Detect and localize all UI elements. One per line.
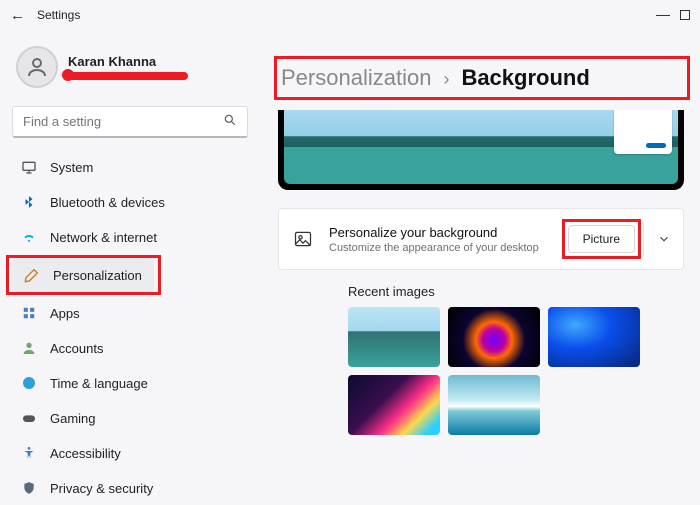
sidebar-item-personalization[interactable]: Personalization bbox=[11, 258, 154, 292]
search-field[interactable] bbox=[23, 114, 223, 129]
minimize-button[interactable] bbox=[656, 15, 670, 16]
user-name: Karan Khanna bbox=[68, 54, 188, 69]
system-icon bbox=[20, 158, 38, 176]
sidebar-item-network[interactable]: Network & internet bbox=[8, 220, 252, 254]
accessibility-icon bbox=[20, 444, 38, 462]
breadcrumb-current: Background bbox=[461, 65, 589, 91]
panel-title: Personalize your background bbox=[329, 225, 562, 240]
user-email-redacted bbox=[68, 72, 188, 80]
sidebar-item-accessibility[interactable]: Accessibility bbox=[8, 436, 252, 470]
back-button[interactable]: ← bbox=[10, 7, 25, 24]
sidebar-item-bluetooth[interactable]: Bluetooth & devices bbox=[8, 185, 252, 219]
sidebar-item-label: Gaming bbox=[50, 411, 96, 426]
panel-subtitle: Customize the appearance of your desktop bbox=[329, 242, 562, 254]
app-title: Settings bbox=[37, 8, 80, 22]
gaming-icon bbox=[20, 409, 38, 427]
sidebar-item-gaming[interactable]: Gaming bbox=[8, 401, 252, 435]
chevron-right-icon: › bbox=[443, 69, 449, 90]
sidebar-item-label: Bluetooth & devices bbox=[50, 195, 165, 210]
maximize-button[interactable] bbox=[680, 10, 690, 20]
recent-image-thumbnail[interactable] bbox=[348, 375, 440, 435]
search-input[interactable] bbox=[12, 106, 248, 138]
sidebar-item-label: Personalization bbox=[53, 268, 142, 283]
sidebar-item-label: Accounts bbox=[50, 341, 103, 356]
background-type-select[interactable]: Picture bbox=[568, 225, 635, 253]
personalization-icon bbox=[23, 266, 41, 284]
sidebar-item-label: Time & language bbox=[50, 376, 148, 391]
sidebar-item-apps[interactable]: Apps bbox=[8, 296, 252, 330]
recent-image-thumbnail[interactable] bbox=[348, 307, 440, 367]
bluetooth-icon bbox=[20, 193, 38, 211]
sidebar-item-privacy[interactable]: Privacy & security bbox=[8, 471, 252, 505]
breadcrumb: Personalization › Background bbox=[274, 56, 690, 100]
background-type-panel[interactable]: Personalize your background Customize th… bbox=[278, 208, 684, 270]
recent-image-thumbnail[interactable] bbox=[448, 375, 540, 435]
sidebar-item-label: System bbox=[50, 160, 93, 175]
sidebar-item-label: Apps bbox=[50, 306, 80, 321]
search-icon bbox=[223, 113, 237, 130]
breadcrumb-parent[interactable]: Personalization bbox=[281, 65, 431, 91]
recent-image-thumbnail[interactable] bbox=[448, 307, 540, 367]
recent-image-thumbnail[interactable] bbox=[548, 307, 640, 367]
user-profile[interactable]: Karan Khanna bbox=[6, 36, 254, 102]
sidebar-item-label: Accessibility bbox=[50, 446, 121, 461]
expand-button[interactable] bbox=[643, 222, 683, 256]
sidebar-item-system[interactable]: System bbox=[8, 150, 252, 184]
desktop-preview bbox=[278, 110, 684, 190]
picture-icon bbox=[291, 227, 315, 251]
apps-icon bbox=[20, 304, 38, 322]
recent-images-grid bbox=[348, 307, 684, 435]
time-icon bbox=[20, 374, 38, 392]
accounts-icon bbox=[20, 339, 38, 357]
avatar bbox=[16, 46, 58, 88]
wifi-icon bbox=[20, 228, 38, 246]
window-controls bbox=[656, 10, 690, 20]
privacy-icon bbox=[20, 479, 38, 497]
sidebar-item-label: Network & internet bbox=[50, 230, 157, 245]
recent-images-title: Recent images bbox=[348, 284, 684, 299]
preview-window-icon bbox=[614, 110, 672, 154]
sidebar-item-accounts[interactable]: Accounts bbox=[8, 331, 252, 365]
sidebar-item-time[interactable]: Time & language bbox=[8, 366, 252, 400]
sidebar-item-label: Privacy & security bbox=[50, 481, 153, 496]
